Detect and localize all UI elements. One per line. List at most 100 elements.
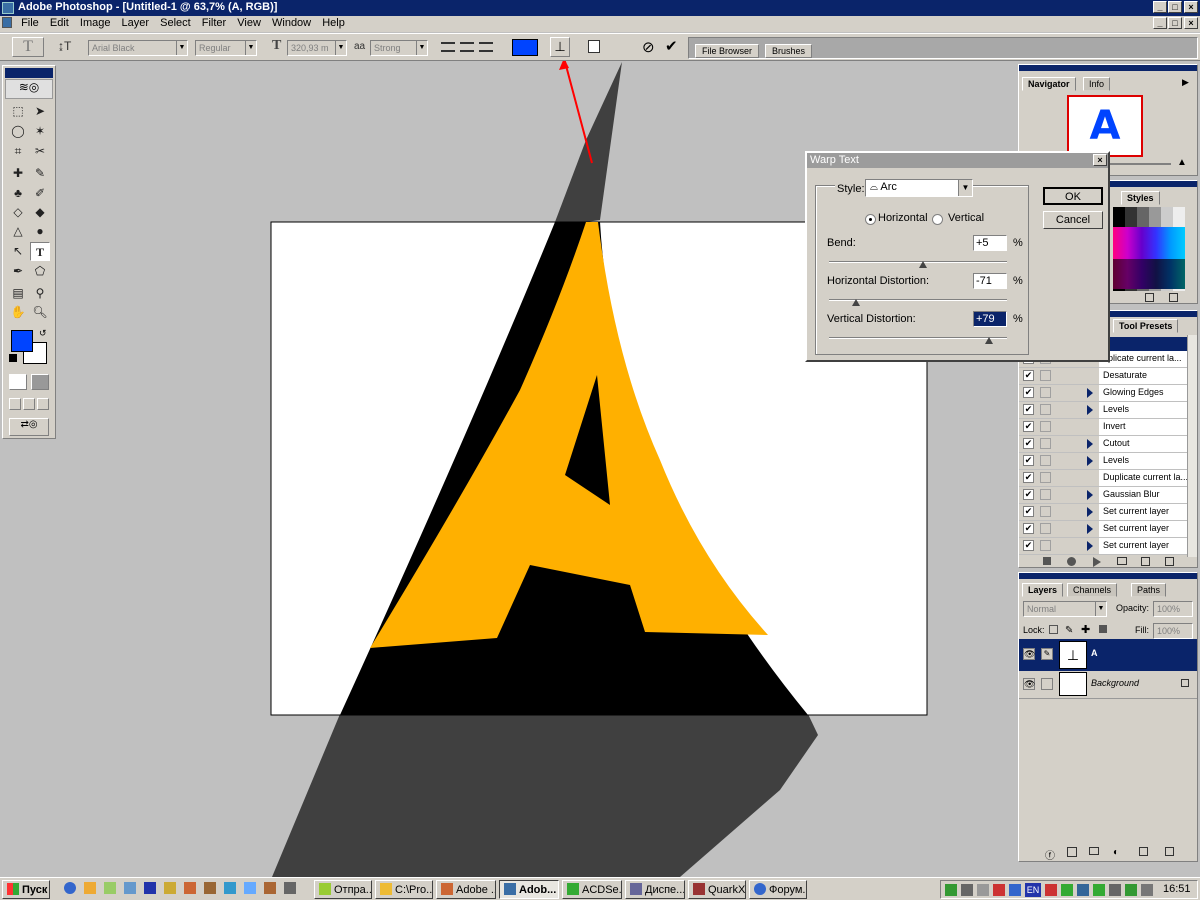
expand-triangle-icon[interactable] [1087, 405, 1093, 415]
action-row[interactable]: ✔ Set current layer [1019, 521, 1189, 538]
expand-triangle-icon[interactable] [1087, 456, 1093, 466]
navigator-preview[interactable]: A [1067, 95, 1143, 157]
action-toggle-checkbox[interactable]: ✔ [1023, 472, 1034, 483]
tab-paths[interactable]: Paths [1131, 583, 1167, 597]
minimize-button[interactable]: _ [1153, 1, 1167, 13]
cancel-edit-icon[interactable]: ⊘ [642, 38, 655, 56]
antialias-select[interactable]: Strong ▼ [370, 40, 428, 56]
hand-tool-icon[interactable]: ✋ [8, 303, 28, 322]
dialog-toggle-box[interactable] [1040, 489, 1051, 500]
vdist-input[interactable]: +79 [973, 311, 1007, 327]
dialog-toggle-box[interactable] [1040, 472, 1051, 483]
action-toggle-checkbox[interactable]: ✔ [1023, 421, 1034, 432]
toolbox-header-icon[interactable] [5, 68, 53, 78]
eraser-tool-icon[interactable]: ◇ [8, 203, 28, 222]
stop-icon[interactable] [1043, 557, 1051, 565]
maximize-button[interactable]: □ [1168, 1, 1182, 13]
dialog-toggle-box[interactable] [1040, 404, 1051, 415]
action-toggle-checkbox[interactable]: ✔ [1023, 404, 1034, 415]
record-icon[interactable] [1067, 557, 1076, 566]
dialog-toggle-box[interactable] [1040, 540, 1051, 551]
menu-help[interactable]: Help [318, 16, 349, 29]
expand-triangle-icon[interactable] [1087, 439, 1093, 449]
clock[interactable]: 16:51 [1163, 883, 1191, 895]
vdist-slider-thumb[interactable] [985, 337, 994, 344]
expand-triangle-icon[interactable] [1087, 507, 1093, 517]
dialog-toggle-box[interactable] [1040, 523, 1051, 534]
text-orientation-icon[interactable]: ↨T [58, 39, 71, 53]
dialog-title-bar[interactable]: Warp Text × [807, 153, 1108, 168]
app-icon[interactable] [284, 882, 296, 894]
screen-mode-full-icon[interactable] [37, 398, 49, 410]
taskbar-item[interactable]: Диспе... [625, 880, 685, 899]
tray-icon[interactable] [945, 884, 957, 896]
action-row[interactable]: ✔ Cutout [1019, 436, 1189, 453]
tray-icon[interactable] [1109, 884, 1121, 896]
style-select[interactable]: ⌓ Arc ▼ [865, 179, 973, 197]
new-set-icon[interactable] [1089, 847, 1099, 855]
action-row[interactable]: ✔ Gaussian Blur [1019, 487, 1189, 504]
brush-link-icon[interactable]: ✎ [1041, 648, 1053, 660]
tab-channels[interactable]: Channels [1067, 583, 1118, 597]
lock-all-icon[interactable] [1099, 625, 1107, 633]
action-toggle-checkbox[interactable]: ✔ [1023, 387, 1034, 398]
action-toggle-checkbox[interactable]: ✔ [1023, 506, 1034, 517]
blur-tool-icon[interactable]: △ [8, 222, 28, 241]
layer-style-icon[interactable]: ⓕ [1045, 847, 1055, 862]
marquee-tool-icon[interactable]: ⬚ [8, 102, 28, 121]
dialog-toggle-box[interactable] [1040, 455, 1051, 466]
clone-stamp-icon[interactable]: ♣ [8, 184, 28, 203]
app-icon[interactable] [184, 882, 196, 894]
bend-slider-thumb[interactable] [918, 261, 927, 268]
layer-mask-icon[interactable] [1067, 847, 1077, 857]
panel-header[interactable] [1109, 181, 1197, 187]
vertical-label[interactable]: Vertical [948, 212, 984, 224]
menu-filter[interactable]: Filter [198, 16, 230, 29]
tray-icon[interactable] [993, 884, 1005, 896]
panel-header[interactable] [1019, 65, 1197, 71]
eye-icon[interactable]: 👁︎ [1023, 648, 1035, 660]
layer-link-box[interactable] [1041, 678, 1053, 690]
action-row[interactable]: ✔ Set current layer [1019, 504, 1189, 521]
delete-layer-icon[interactable] [1165, 847, 1174, 856]
ok-button[interactable]: OK [1043, 187, 1103, 205]
paint-bucket-icon[interactable]: ◆ [30, 203, 50, 222]
app-icon[interactable] [244, 882, 256, 894]
volume-icon[interactable] [1141, 884, 1153, 896]
jump-to-imageready-icon[interactable]: ⇄◎ [9, 418, 49, 436]
hdist-input[interactable]: -71 [973, 273, 1007, 289]
word-icon[interactable] [144, 882, 156, 894]
pen-tool-icon[interactable]: ✒ [8, 262, 28, 281]
horizontal-label[interactable]: Horizontal [878, 212, 928, 224]
action-toggle-checkbox[interactable]: ✔ [1023, 370, 1034, 381]
document-icon[interactable] [0, 17, 14, 29]
menu-view[interactable]: View [233, 16, 265, 29]
action-row[interactable]: ✔ Set current layer [1019, 538, 1189, 555]
taskbar-item[interactable]: C:\Pro... [375, 880, 433, 899]
tab-tool-presets[interactable]: Tool Presets [1113, 319, 1179, 333]
explorer-icon[interactable] [124, 882, 136, 894]
tab-file-browser[interactable]: File Browser [695, 44, 760, 58]
font-family-select[interactable]: Arial Black ▼ [88, 40, 188, 56]
expand-triangle-icon[interactable] [1087, 490, 1093, 500]
shape-tool-icon[interactable]: ⬠ [30, 262, 50, 281]
expand-triangle-icon[interactable] [1087, 524, 1093, 534]
brush-tool-icon[interactable]: ✎ [30, 164, 50, 183]
ie-icon[interactable] [64, 882, 76, 894]
adobe-online-icon[interactable]: ≋◎ [5, 79, 53, 99]
bend-input[interactable]: +5 [973, 235, 1007, 251]
panel-menu-icon[interactable]: ▶ [1182, 77, 1189, 88]
dialog-toggle-box[interactable] [1040, 438, 1051, 449]
taskbar-item[interactable]: ACDSe... [562, 880, 622, 899]
swatch-grid[interactable] [1113, 207, 1185, 291]
font-size-select[interactable]: 320,93 m ▼ [287, 40, 347, 56]
action-toggle-checkbox[interactable]: ✔ [1023, 455, 1034, 466]
path-selection-icon[interactable]: ↖ [8, 242, 28, 261]
hdist-slider-thumb[interactable] [851, 299, 860, 306]
eyedropper-icon[interactable]: ⚲ [30, 284, 50, 303]
palettes-icon[interactable] [588, 40, 600, 53]
taskbar-item[interactable]: QuarkX... [688, 880, 746, 899]
move-tool-icon[interactable]: ➤ [30, 102, 50, 121]
lock-position-icon[interactable]: ✚ [1081, 623, 1090, 636]
menu-file[interactable]: File [17, 16, 43, 29]
